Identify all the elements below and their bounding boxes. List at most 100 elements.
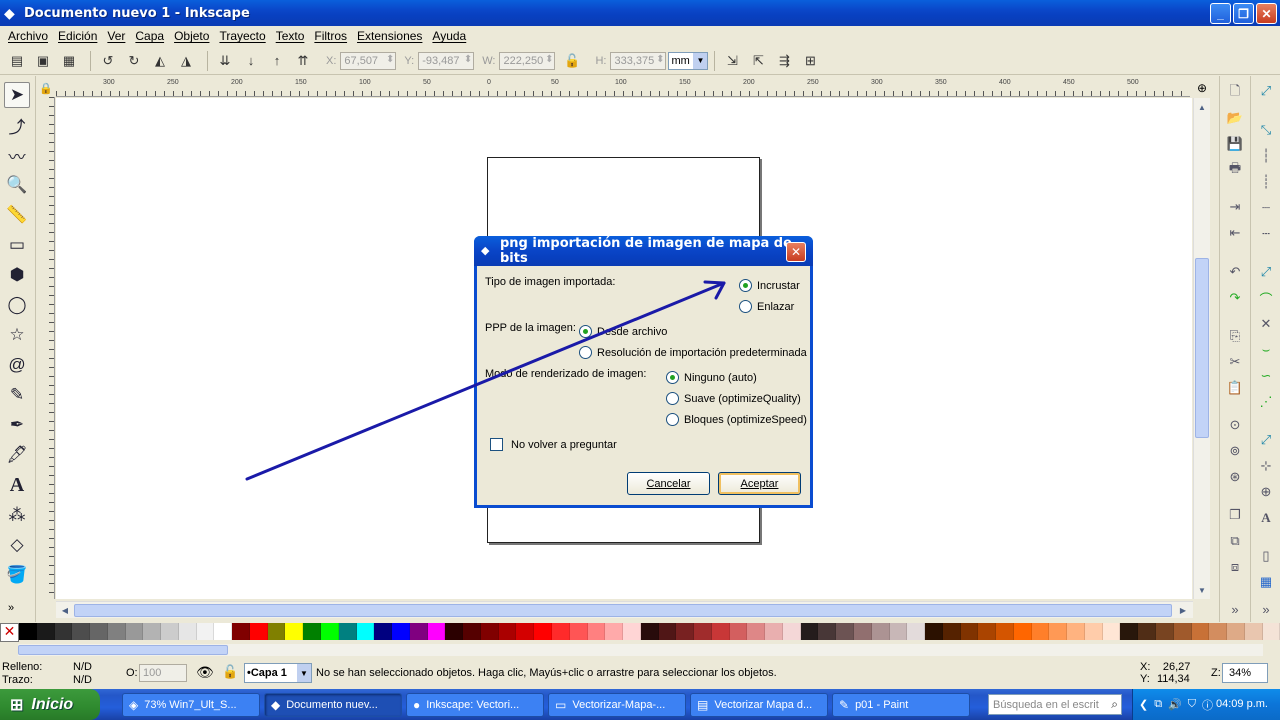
spray-tool-icon[interactable]: ⁂: [4, 502, 30, 528]
snap-toggle-icon[interactable]: ⤢: [1257, 82, 1275, 100]
color-swatch[interactable]: [72, 623, 91, 640]
unlink-clone-icon[interactable]: ⧈: [1226, 558, 1244, 576]
snap-bbox-center-icon[interactable]: ┄: [1257, 225, 1275, 243]
color-swatch[interactable]: [374, 623, 393, 640]
snap-midpoint-icon[interactable]: ⋰: [1257, 393, 1275, 411]
y-field[interactable]: -93,487: [418, 51, 475, 70]
3d-box-tool-icon[interactable]: ⬢: [4, 262, 30, 288]
color-swatch[interactable]: [409, 623, 428, 640]
palette-scrollbar[interactable]: [18, 644, 1263, 656]
palette-scroll-thumb[interactable]: [18, 645, 228, 655]
color-swatch[interactable]: [392, 623, 410, 640]
color-swatch[interactable]: [161, 623, 179, 640]
color-swatch[interactable]: [765, 623, 783, 640]
zoom-page-icon[interactable]: ⊛: [1226, 468, 1244, 486]
accept-button[interactable]: Aceptar: [718, 472, 801, 495]
open-icon[interactable]: 📂: [1226, 109, 1244, 127]
menu-archivo[interactable]: Archivo: [4, 29, 54, 43]
menu-capa[interactable]: Capa: [131, 29, 170, 43]
color-swatch[interactable]: [871, 623, 890, 640]
color-swatch[interactable]: [853, 623, 872, 640]
calligraphy-tool-icon[interactable]: 🖋: [4, 442, 30, 468]
color-swatch[interactable]: [285, 623, 304, 640]
color-swatch[interactable]: [587, 623, 606, 640]
start-button[interactable]: ⊞ Inicio: [0, 689, 100, 720]
color-swatch[interactable]: [445, 623, 464, 640]
zoom-field[interactable]: 34%: [1222, 663, 1268, 683]
color-swatch[interactable]: [818, 623, 837, 640]
color-swatch[interactable]: [623, 623, 641, 640]
paste-icon[interactable]: 📋: [1226, 379, 1244, 397]
h-field[interactable]: 333,375: [610, 51, 667, 70]
color-swatch[interactable]: [232, 623, 250, 640]
task-virtualbox[interactable]: ◈ 73% Win7_Ult_S...: [122, 693, 260, 717]
menu-filtros[interactable]: Filtros: [310, 29, 353, 43]
color-swatch[interactable]: [1227, 623, 1245, 640]
snap-text-baseline-icon[interactable]: A: [1257, 509, 1275, 527]
maximize-button[interactable]: ❐: [1233, 3, 1254, 24]
color-swatch[interactable]: [747, 623, 766, 640]
menu-ver[interactable]: Ver: [103, 29, 131, 43]
color-swatch[interactable]: [676, 623, 695, 640]
import-icon[interactable]: ⇥: [1226, 198, 1244, 216]
color-swatch[interactable]: [1084, 623, 1103, 640]
lower-icon[interactable]: ↓: [240, 50, 262, 72]
color-swatch[interactable]: [836, 623, 854, 640]
zoom-fit-icon[interactable]: ⊕: [1192, 79, 1212, 97]
info-icon[interactable]: ⓘ: [1202, 697, 1213, 713]
color-swatch[interactable]: [960, 623, 979, 640]
task-folder[interactable]: ▭ Vectorizar-Mapa-...: [548, 693, 686, 717]
color-swatch[interactable]: [1138, 623, 1156, 640]
ruler-lock-icon[interactable]: 🔒: [37, 79, 55, 97]
snap-bbox-corner-icon[interactable]: ┊: [1257, 173, 1275, 191]
tweak-tool-icon[interactable]: 〰: [4, 142, 30, 168]
export-icon[interactable]: ⇤: [1226, 224, 1244, 242]
task-paint[interactable]: ✎ p01 - Paint: [832, 693, 970, 717]
dialog-close-button[interactable]: ✕: [786, 242, 806, 262]
layer-select[interactable]: •Capa 1 ▼: [244, 663, 312, 683]
vertical-scroll-thumb[interactable]: [1195, 258, 1209, 438]
lower-to-bottom-icon[interactable]: ⇊: [214, 50, 236, 72]
clone-icon[interactable]: ⧉: [1226, 532, 1244, 550]
save-icon[interactable]: 💾: [1226, 135, 1244, 153]
color-swatch[interactable]: [942, 623, 961, 640]
color-swatch[interactable]: [1102, 623, 1121, 640]
x-field[interactable]: 67,507: [340, 51, 397, 70]
color-swatch[interactable]: [694, 623, 712, 640]
color-swatch[interactable]: [534, 623, 552, 640]
expand-snap-icon[interactable]: »: [1257, 600, 1275, 618]
deselect-icon[interactable]: ▦: [58, 50, 80, 72]
color-swatch[interactable]: [889, 623, 908, 640]
snap-cusp-icon[interactable]: ⌣: [1257, 341, 1275, 359]
color-swatch[interactable]: [36, 623, 55, 640]
snap-center-icon[interactable]: ⊹: [1257, 457, 1275, 475]
radio-render-blocky[interactable]: Bloques (optimizeSpeed): [666, 413, 807, 426]
rotate-cw-icon[interactable]: ↻: [123, 50, 145, 72]
transform-gradients-icon[interactable]: ⇶: [773, 50, 795, 72]
color-swatch[interactable]: [516, 623, 535, 640]
zoom-drawing-icon[interactable]: ⊚: [1226, 442, 1244, 460]
color-swatch[interactable]: [427, 623, 446, 640]
raise-icon[interactable]: ↑: [266, 50, 288, 72]
network-icon[interactable]: ⧉: [1154, 698, 1162, 711]
task-document[interactable]: ▤ Vectorizar Mapa d...: [690, 693, 828, 717]
snap-path-icon[interactable]: ⌒: [1257, 289, 1275, 307]
color-swatch[interactable]: [178, 623, 197, 640]
menu-trayecto[interactable]: Trayecto: [215, 29, 271, 43]
select-all-layers-icon[interactable]: ▣: [32, 50, 54, 72]
flip-vertical-icon[interactable]: ◮: [175, 50, 197, 72]
raise-to-top-icon[interactable]: ⇈: [292, 50, 314, 72]
back-arrow-icon[interactable]: ❮: [1139, 698, 1148, 711]
color-swatch[interactable]: [1191, 623, 1210, 640]
snap-intersection-icon[interactable]: ✕: [1257, 315, 1275, 333]
volume-icon[interactable]: 🔊: [1168, 698, 1182, 711]
color-swatch[interactable]: [1013, 623, 1032, 640]
desktop-search-input[interactable]: Búsqueda en el escrit ⌕: [988, 694, 1122, 715]
vertical-scrollbar[interactable]: ▲ ▼: [1193, 98, 1210, 599]
menu-edicion[interactable]: Edición: [54, 29, 103, 43]
color-swatch[interactable]: [978, 623, 997, 640]
horizontal-scroll-thumb[interactable]: [74, 604, 1172, 617]
task-firefox[interactable]: ● Inkscape: Vectori...: [406, 693, 544, 717]
transform-patterns-icon[interactable]: ⊞: [799, 50, 821, 72]
color-swatch[interactable]: [321, 623, 339, 640]
